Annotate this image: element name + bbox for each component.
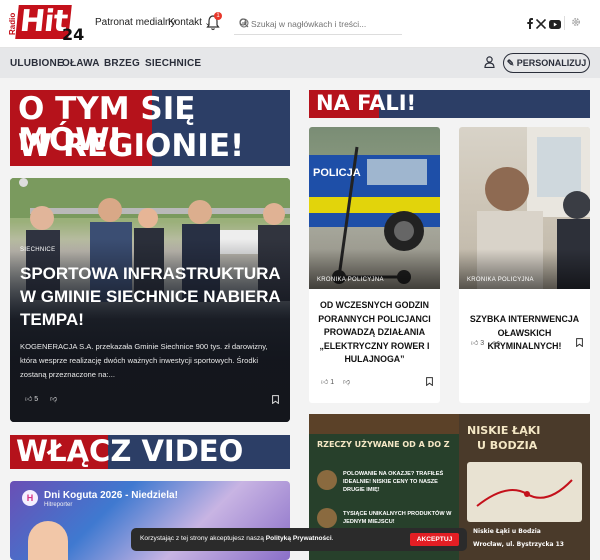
main-menu-bar: ULUBIONE OŁAWA BRZEG SIECHNICE ✎ PERSONA…: [0, 48, 600, 78]
card-photo-shade: [309, 249, 440, 289]
nav-kontakt-link[interactable]: Kontakt ⌄: [168, 17, 211, 28]
thumb-down-icon[interactable]: 👎︎: [50, 394, 57, 403]
search-input[interactable]: [251, 16, 381, 32]
card-title[interactable]: OD WCZESNYCH GODZIN PORANNYCH POLICJANCI…: [315, 299, 434, 367]
author-avatar: [19, 178, 28, 187]
card-likes-count: 3: [480, 340, 485, 347]
menu-item-brzeg[interactable]: BRZEG: [104, 58, 140, 69]
cookie-message: Korzystając z tej strony akceptujesz nas…: [140, 535, 266, 542]
ad-headline: RZECZY UŻYWANE OD A DO Z: [317, 440, 450, 449]
hero-like-counter[interactable]: 👍︎ 5: [25, 394, 38, 403]
menu-item-olawa[interactable]: OŁAWA: [62, 58, 100, 69]
ad-bullet-1: POLOWANIE NA OKAZJE? TRAFIŁEŚ IDEALNIE! …: [343, 471, 444, 493]
section-na-fali-label: NA FALI!: [316, 91, 417, 115]
card-title[interactable]: SZYBKA INTERNWENCJA OŁAWSKICH KRYMINALNY…: [465, 313, 584, 354]
edit-icon: ✎: [506, 58, 515, 68]
nav-patronat-link[interactable]: Patronat medialny: [95, 17, 176, 28]
ad-place-name: Niskie Łąki u Bodzia: [473, 528, 541, 535]
thumb-up-icon: 👍︎: [321, 379, 329, 386]
cookie-text: Korzystając z tej strony akceptujesz nas…: [140, 535, 334, 542]
x-twitter-icon[interactable]: [535, 16, 547, 34]
gear-icon[interactable]: [571, 17, 581, 27]
ad-right-title-2: U BODZIA: [477, 439, 538, 452]
hero-title[interactable]: SPORTOWA INFRASTRUKTURA W GMINIE SIECHNI…: [20, 262, 282, 331]
hero-category-tag[interactable]: SIECHNICE: [20, 247, 55, 253]
thumb-up-icon: 👍︎: [471, 340, 479, 347]
bookmark-icon[interactable]: [426, 377, 433, 386]
card-category-tag[interactable]: KRONIKA POLICYJNA: [317, 277, 384, 283]
card-likes-count: 1: [330, 379, 335, 386]
cookie-consent-bar: Korzystając z tej strony akceptujesz nas…: [131, 528, 467, 551]
header-divider: [564, 16, 565, 30]
video-channel-name[interactable]: Hitreporter: [44, 502, 72, 508]
thumb-down-icon[interactable]: 👎︎: [343, 377, 350, 386]
radio-hit24-logo[interactable]: Radio Hit 24: [8, 4, 84, 44]
card-like-counter[interactable]: 👍︎ 3: [471, 338, 484, 347]
channel-avatar[interactable]: H: [22, 490, 38, 506]
card-category-tag[interactable]: KRONIKA POLICYJNA: [467, 277, 534, 283]
bookmark-icon[interactable]: [272, 395, 279, 404]
section-video-label: WŁĄCZ VIDEO: [16, 435, 244, 468]
search-bar[interactable]: [234, 13, 402, 35]
accept-cookies-button[interactable]: AKCEPTUJ: [410, 533, 459, 546]
menu-item-siechnice[interactable]: SIECHNICE: [145, 58, 201, 69]
top-header: Radio Hit 24 Patronat medialny Kontakt ⌄…: [0, 0, 600, 48]
section-title-top: O TYM SIĘ MÓWI W REGIONIE!: [10, 90, 290, 166]
section-title-video: WŁĄCZ VIDEO: [10, 435, 290, 469]
youtube-icon[interactable]: [549, 16, 561, 34]
ad-bullet-2: TYSIĄCE UNIKALNYCH PRODUKTÓW W JEDNYM MI…: [343, 511, 452, 525]
hero-excerpt: KOGENERACJA S.A. przekazała Gminie Siech…: [20, 342, 268, 379]
news-card[interactable]: POLICJA KRONIKA POLICYJNA OD WCZESNYCH G…: [309, 127, 440, 403]
logo-24-text: 24: [62, 25, 85, 44]
video-person-figure: [28, 521, 68, 560]
video-title[interactable]: Dni Koguta 2026 - Niedziela!: [44, 490, 178, 501]
news-card[interactable]: KRONIKA POLICYJNA SZYBKA INTERNWENCJA OŁ…: [459, 127, 590, 403]
hero-article-card[interactable]: SIECHNICE SPORTOWA INFRASTRUKTURA W GMIN…: [10, 178, 290, 422]
section-title-na-fali: NA FALI!: [309, 90, 590, 118]
privacy-policy-link[interactable]: Polityką Prywatności: [266, 535, 332, 542]
facebook-icon[interactable]: [527, 16, 533, 34]
personalize-label: PERSONALIZUJ: [516, 58, 587, 68]
user-icon[interactable]: [484, 56, 495, 68]
card-like-counter[interactable]: 👍︎ 1: [321, 377, 334, 386]
ad-address: Wrocław, ul. Bystrzycka 13: [473, 541, 564, 548]
notification-badge: 1: [214, 12, 222, 20]
car-livery-text: POLICJA: [313, 167, 361, 179]
personalize-button[interactable]: ✎ PERSONALIZUJ: [503, 53, 590, 73]
bookmark-icon[interactable]: [576, 338, 583, 347]
tag-icon: [317, 470, 337, 490]
ad-map: [467, 462, 582, 522]
card-photo-shade: [459, 249, 590, 289]
hero-likes-count: 5: [34, 396, 39, 403]
thumb-up-icon: 👍︎: [25, 396, 33, 403]
ad-right-title-1: NISKIE ŁĄKI: [467, 424, 541, 437]
thumb-down-icon[interactable]: 👎︎: [493, 338, 500, 347]
section-title-line2: W REGIONIE!: [18, 128, 245, 164]
menu-item-ulubione[interactable]: ULUBIONE: [10, 58, 64, 69]
box-icon: [317, 508, 337, 528]
nav-kontakt-label: Kontakt: [168, 17, 202, 28]
arrow-right-circle-icon[interactable]: [239, 18, 249, 28]
